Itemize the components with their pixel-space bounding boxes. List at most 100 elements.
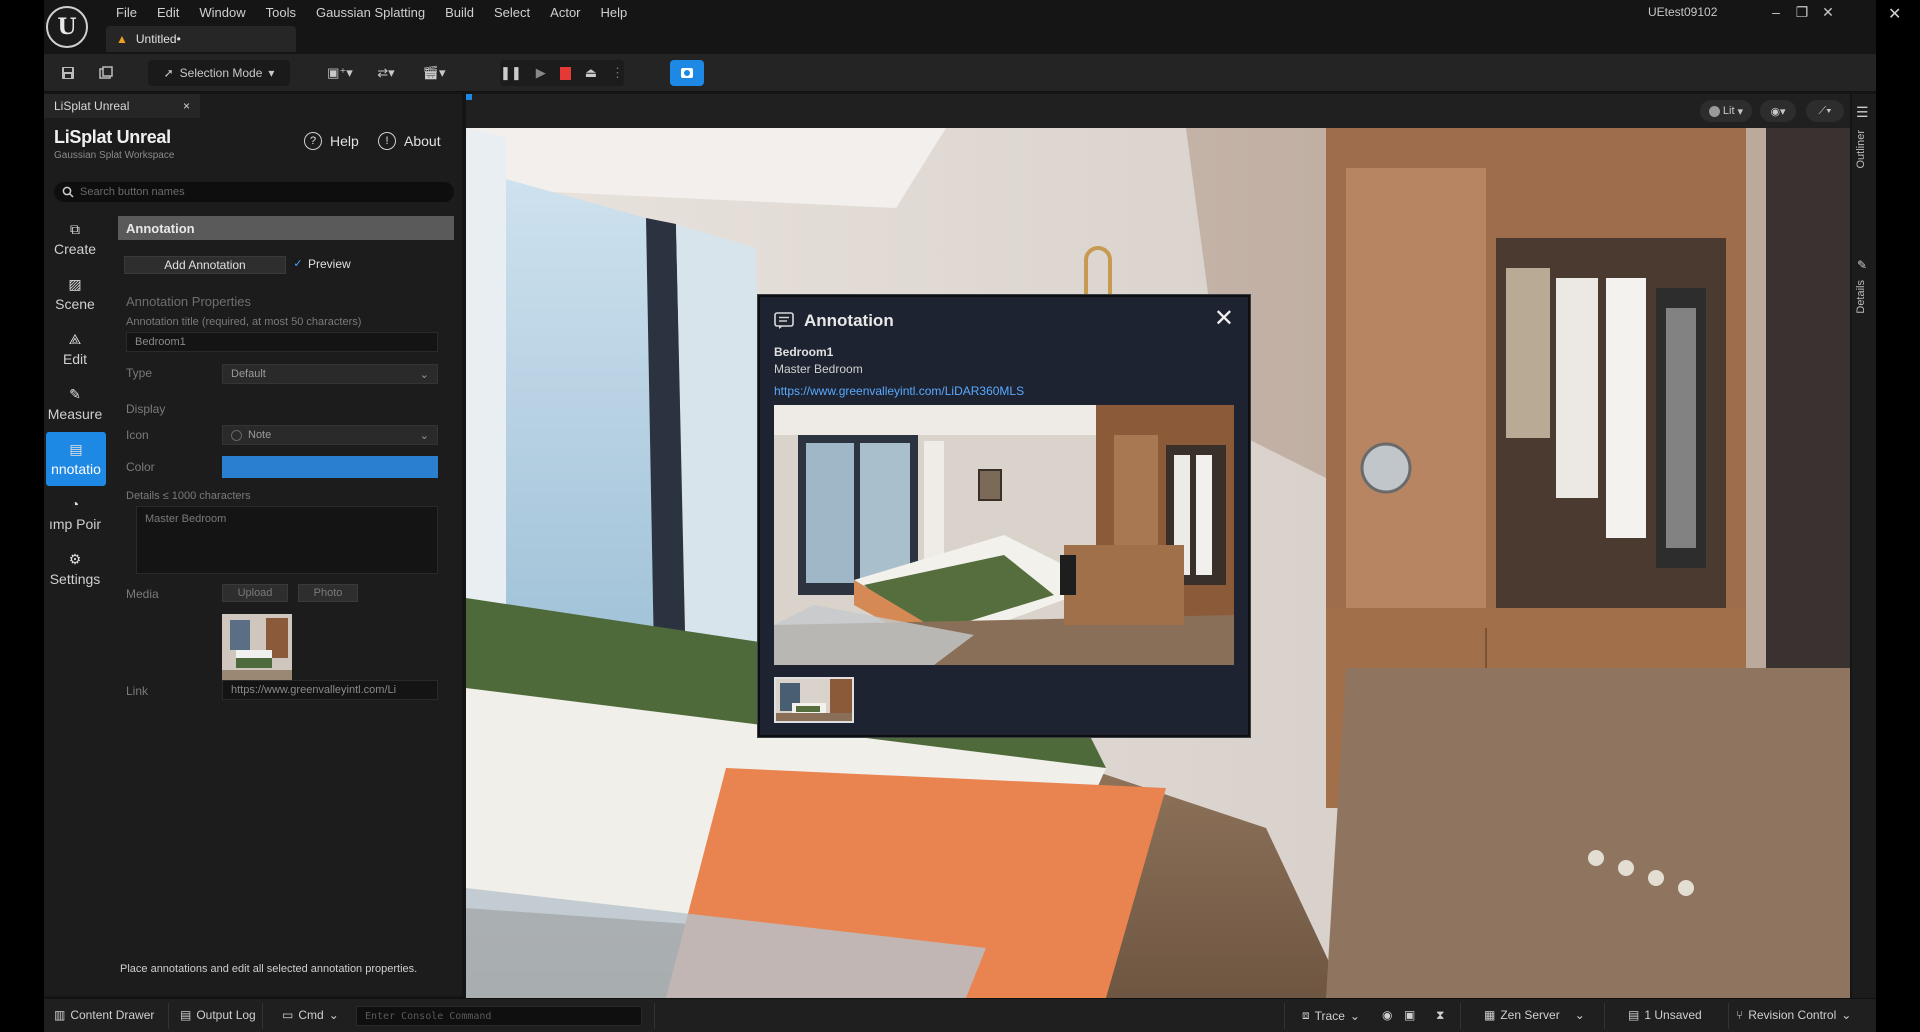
- lisplat-panel: LiSplat Unreal × LiSplat Unreal Gaussian…: [44, 94, 462, 996]
- divider: [654, 1003, 655, 1029]
- preview-checkbox[interactable]: ✓ Preview: [292, 257, 351, 271]
- divider: [168, 1003, 169, 1029]
- nav-settings[interactable]: ⚙ Settings: [44, 542, 106, 596]
- close-window-button[interactable]: ✕: [1814, 0, 1842, 24]
- sphere-icon: [1708, 105, 1720, 117]
- link-input[interactable]: https://www.greenvalleyintl.com/Li: [222, 680, 438, 700]
- icon-dropdown[interactable]: Note ⌄: [222, 425, 438, 445]
- pencil-icon: ✎: [1857, 258, 1868, 272]
- eject-icon[interactable]: ⏏: [585, 65, 597, 81]
- menu-tools[interactable]: Tools: [256, 2, 306, 22]
- menu-select[interactable]: Select: [484, 2, 540, 22]
- close-tab-icon[interactable]: ×: [183, 99, 190, 113]
- help-button[interactable]: ? Help: [304, 132, 359, 150]
- about-button[interactable]: ! About: [378, 132, 441, 150]
- media-label: Media: [126, 587, 159, 601]
- cmd-dropdown[interactable]: ▭ Cmd ⌄: [282, 1008, 339, 1022]
- popup-close-button[interactable]: ✕: [1214, 307, 1234, 331]
- nav-measure[interactable]: ✎ Measure: [44, 377, 106, 431]
- main-menu: File Edit Window Tools Gaussian Splattin…: [106, 2, 637, 22]
- plugin-title: LiSplat Unreal: [54, 127, 171, 147]
- menu-edit[interactable]: Edit: [147, 2, 189, 22]
- annotation-section-header[interactable]: Annotation: [118, 216, 454, 240]
- color-picker[interactable]: [222, 456, 438, 478]
- nav-scene[interactable]: ▨ Scene: [44, 267, 106, 321]
- browse-icon[interactable]: [94, 60, 118, 86]
- help-icon: ?: [304, 132, 322, 150]
- selection-mode-label: Selection Mode: [179, 66, 263, 80]
- skip-frame-icon[interactable]: ▶︎: [536, 65, 546, 81]
- type-dropdown[interactable]: Default ⌄: [222, 364, 438, 384]
- blueprint-button[interactable]: ⇄▾: [366, 60, 406, 86]
- menu-help[interactable]: Help: [591, 2, 638, 22]
- photo-button[interactable]: Photo: [298, 584, 358, 602]
- icon-value: Note: [248, 429, 272, 441]
- snap-settings-button[interactable]: ⟋▾: [1806, 100, 1844, 122]
- minimize-button[interactable]: –: [1762, 0, 1790, 24]
- unsaved-icon: ▤: [1628, 1008, 1640, 1022]
- menu-lines-icon[interactable]: ☰: [1856, 104, 1869, 121]
- document-tab[interactable]: ▲ Untitled•: [106, 26, 296, 52]
- stop-icon[interactable]: [559, 66, 571, 80]
- record-icon[interactable]: ◉: [1382, 1008, 1392, 1022]
- console-input[interactable]: Enter Console Command: [356, 1006, 642, 1026]
- camera-icon[interactable]: ▣: [1404, 1008, 1415, 1022]
- comment-icon: [774, 312, 794, 329]
- upload-button[interactable]: Upload: [222, 584, 288, 602]
- divider: [262, 1003, 263, 1029]
- unreal-logo-icon[interactable]: U: [46, 6, 88, 48]
- annotation-title-input[interactable]: Bedroom1: [126, 332, 438, 352]
- add-actor-button[interactable]: ▣⁺▾: [320, 60, 360, 86]
- trace-label: Trace: [1314, 1008, 1345, 1023]
- nav-measure-label: Measure: [47, 406, 103, 422]
- menu-window[interactable]: Window: [189, 2, 255, 22]
- revision-control-dropdown[interactable]: ⑂ Revision Control ⌄: [1736, 1008, 1851, 1022]
- popup-media-thumbnail[interactable]: [774, 677, 854, 723]
- pause-icon[interactable]: ❚❚: [500, 65, 522, 81]
- selection-mode-dropdown[interactable]: ➚ Selection Mode ▾: [148, 60, 290, 86]
- show-flags-button[interactable]: ◉▾: [1760, 100, 1796, 122]
- nav-create[interactable]: ⧉ Create: [44, 212, 106, 266]
- menu-actor[interactable]: Actor: [540, 2, 590, 22]
- annotation-popup: Annotation ✕ Bedroom1 Master Bedroom htt…: [758, 295, 1250, 737]
- add-annotation-button[interactable]: Add Annotation: [124, 256, 286, 274]
- lit-mode-button[interactable]: Lit ▾: [1700, 100, 1752, 122]
- outliner-tab[interactable]: Outliner: [1855, 130, 1867, 169]
- output-log-label: Output Log: [196, 1008, 256, 1022]
- about-label: About: [404, 133, 441, 149]
- restore-button[interactable]: ❐: [1788, 0, 1816, 24]
- trace-dropdown[interactable]: ⧈ Trace ⌄: [1302, 1008, 1360, 1023]
- divider: [1604, 1003, 1605, 1029]
- media-thumbnail[interactable]: [222, 614, 292, 684]
- menu-gaussian-splatting[interactable]: Gaussian Splatting: [306, 2, 435, 22]
- save-icon[interactable]: [56, 60, 80, 86]
- search-bar: [54, 182, 454, 202]
- unsaved-button[interactable]: ▤ 1 Unsaved: [1628, 1008, 1702, 1022]
- icon-label: Icon: [126, 428, 149, 442]
- nav-annotation[interactable]: ▤ nnotatio: [46, 432, 106, 486]
- eye-icon: ◉▾: [1770, 105, 1786, 118]
- search-input[interactable]: [80, 186, 440, 198]
- plugin-toolbar-button[interactable]: [670, 60, 704, 86]
- panel-tab[interactable]: LiSplat Unreal ×: [44, 94, 200, 118]
- blueprint-icon: ⇄▾: [377, 65, 395, 80]
- content-drawer-button[interactable]: ▥ Content Drawer: [54, 1008, 154, 1022]
- details-tab[interactable]: Details: [1855, 280, 1867, 314]
- type-label: Type: [126, 366, 153, 380]
- outer-close-icon[interactable]: ✕: [1888, 4, 1901, 24]
- edit-icon: ⟁: [68, 331, 82, 347]
- details-textarea[interactable]: Master Bedroom: [136, 506, 438, 574]
- cinematics-button[interactable]: 🎬︎▾: [414, 60, 454, 86]
- popup-media-image[interactable]: [774, 405, 1234, 665]
- menu-file[interactable]: File: [106, 2, 147, 22]
- nav-edit-label: Edit: [62, 351, 88, 367]
- nav-edit[interactable]: ⟁ Edit: [44, 322, 106, 376]
- popup-annotation-link[interactable]: https://www.greenvalleyintl.com/LiDAR360…: [774, 384, 1024, 398]
- nav-jump-point[interactable]: ◔ ımp Poir: [44, 487, 106, 541]
- output-log-button[interactable]: ▤ Output Log: [180, 1008, 256, 1022]
- zen-server-dropdown[interactable]: ▦ Zen Server ⌄: [1484, 1008, 1585, 1022]
- menu-build[interactable]: Build: [435, 2, 484, 22]
- server-icon: ▦: [1484, 1008, 1496, 1022]
- more-options-icon[interactable]: ⋮: [611, 65, 624, 81]
- hourglass-icon[interactable]: ⧗: [1436, 1008, 1444, 1023]
